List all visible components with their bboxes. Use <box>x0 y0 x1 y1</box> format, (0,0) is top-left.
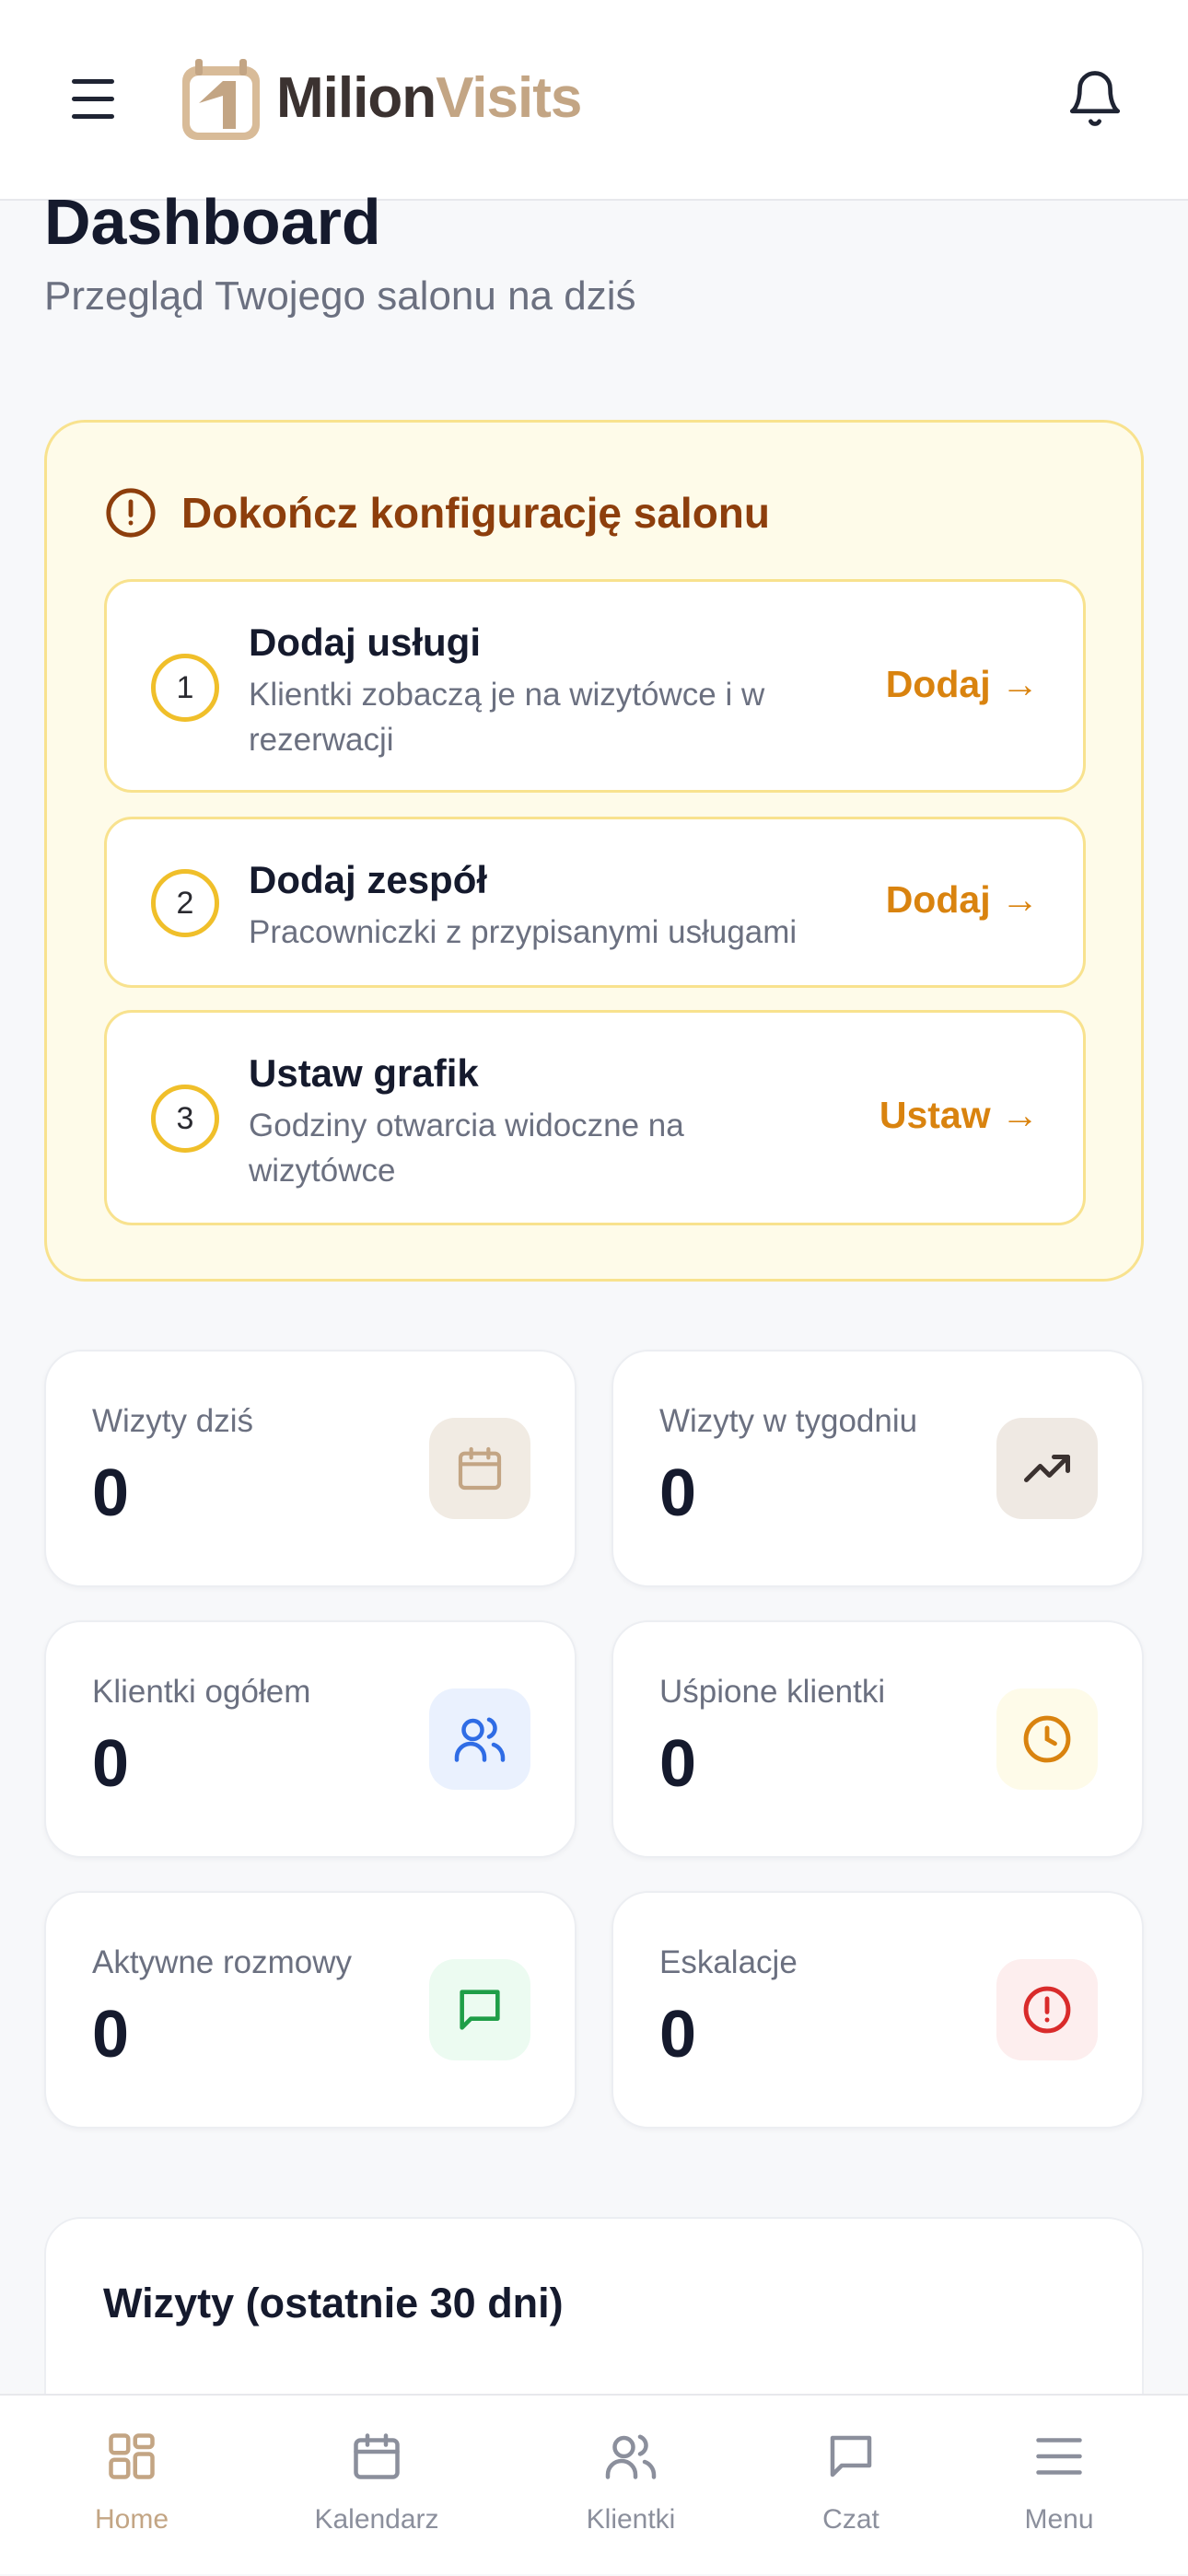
step-number-badge: 3 <box>151 1085 219 1153</box>
step-title: Dodaj zespół <box>249 858 488 901</box>
chat-icon <box>830 2435 872 2477</box>
stat-value: 0 <box>659 1727 697 1801</box>
bell-icon[interactable] <box>1065 68 1125 129</box>
nav-label: Klientki <box>586 2504 676 2535</box>
setup-step-set-schedule[interactable]: 3 Ustaw grafik Godziny otwarcia widoczne… <box>104 1010 1086 1225</box>
stat-value: 0 <box>92 1727 130 1801</box>
setup-title: Dokończ konfigurację salonu <box>181 489 770 537</box>
stat-card-escalations[interactable]: Eskalacje 0 <box>611 1891 1144 2129</box>
top-bar: MilionVisits <box>0 0 1188 201</box>
stat-label: Uśpione klientki <box>659 1674 886 1710</box>
logo-text: MilionVisits <box>276 70 582 127</box>
hamburger-icon-line <box>72 114 114 119</box>
stat-label: Klientki ogółem <box>92 1674 311 1710</box>
stat-label: Eskalacje <box>659 1944 798 1980</box>
page-subtitle: Przegląd Twojego salonu na dziś <box>44 273 636 319</box>
stat-label: Wizyty w tygodniu <box>659 1403 918 1439</box>
step-description: Pracowniczki z przypisanymi usługami <box>249 914 798 950</box>
stat-value: 0 <box>659 1998 697 2071</box>
app-logo[interactable]: MilionVisits <box>173 53 588 145</box>
stat-value: 0 <box>92 1456 130 1530</box>
logo-icon <box>182 59 260 140</box>
stat-label: Aktywne rozmowy <box>92 1944 353 1980</box>
nav-item-chat[interactable]: Czat <box>759 2396 943 2576</box>
hamburger-menu-button[interactable] <box>63 74 125 125</box>
add-services-link[interactable]: Dodaj → <box>886 663 1039 706</box>
setup-step-add-services[interactable]: 1 Dodaj usługi Klientki zobaczą je na wi… <box>104 579 1086 793</box>
add-team-link[interactable]: Dodaj → <box>886 878 1039 922</box>
users-icon <box>429 1688 530 1790</box>
setup-header: Dokończ konfigurację salonu <box>104 485 770 540</box>
setup-step-add-team[interactable]: 2 Dodaj zespół Pracowniczki z przypisany… <box>104 817 1086 988</box>
step-description: Godziny otwarcia widoczne na wizytówce <box>249 1108 684 1189</box>
clock-icon <box>996 1688 1098 1790</box>
users-icon <box>605 2434 657 2479</box>
step-number-badge: 2 <box>151 869 219 937</box>
set-schedule-link[interactable]: Ustaw → <box>879 1094 1039 1137</box>
nav-label: Czat <box>822 2504 879 2535</box>
nav-item-menu[interactable]: Menu <box>967 2396 1151 2576</box>
page-title: Dashboard <box>44 186 381 258</box>
stat-card-active-chats[interactable]: Aktywne rozmowy 0 <box>44 1891 577 2129</box>
hamburger-icon-line <box>72 97 114 101</box>
calendar-icon <box>354 2433 400 2479</box>
stat-value: 0 <box>659 1456 697 1530</box>
setup-checklist-card: Dokończ konfigurację salonu 1 Dodaj usłu… <box>44 420 1144 1282</box>
bottom-navigation: Home Kalendarz Klientki Czat Menu <box>0 2394 1188 2574</box>
logo-text-primary: Milion <box>276 66 437 130</box>
nav-item-home[interactable]: Home <box>40 2396 224 2576</box>
hamburger-icon-line <box>72 79 114 84</box>
stat-card-dormant-clients[interactable]: Uśpione klientki 0 <box>611 1620 1144 1858</box>
stat-value: 0 <box>92 1998 130 2071</box>
alert-circle-icon <box>996 1959 1098 2060</box>
grid-icon <box>109 2433 155 2479</box>
nav-label: Home <box>94 2504 169 2535</box>
step-description: Klientki zobaczą je na wizytówce i w rez… <box>249 677 765 758</box>
step-title: Ustaw grafik <box>249 1051 479 1095</box>
calendar-icon <box>429 1418 530 1519</box>
chat-icon <box>429 1959 530 2060</box>
stat-card-visits-week[interactable]: Wizyty w tygodniu 0 <box>611 1350 1144 1587</box>
trending-up-icon <box>996 1418 1098 1519</box>
stat-card-total-clients[interactable]: Klientki ogółem 0 <box>44 1620 577 1858</box>
logo-text-accent: Visits <box>436 66 582 130</box>
nav-label: Kalendarz <box>314 2504 439 2535</box>
nav-item-clients[interactable]: Klientki <box>539 2396 723 2576</box>
alert-circle-icon <box>106 488 156 538</box>
stat-card-visits-today[interactable]: Wizyty dziś 0 <box>44 1350 577 1587</box>
menu-icon <box>1036 2438 1082 2475</box>
nav-label: Menu <box>1024 2504 1094 2535</box>
step-title: Dodaj usługi <box>249 621 481 664</box>
nav-item-calendar[interactable]: Kalendarz <box>285 2396 469 2576</box>
stat-label: Wizyty dziś <box>92 1403 253 1439</box>
chart-title: Wizyty (ostatnie 30 dni) <box>103 2280 564 2327</box>
step-number-badge: 1 <box>151 654 219 722</box>
